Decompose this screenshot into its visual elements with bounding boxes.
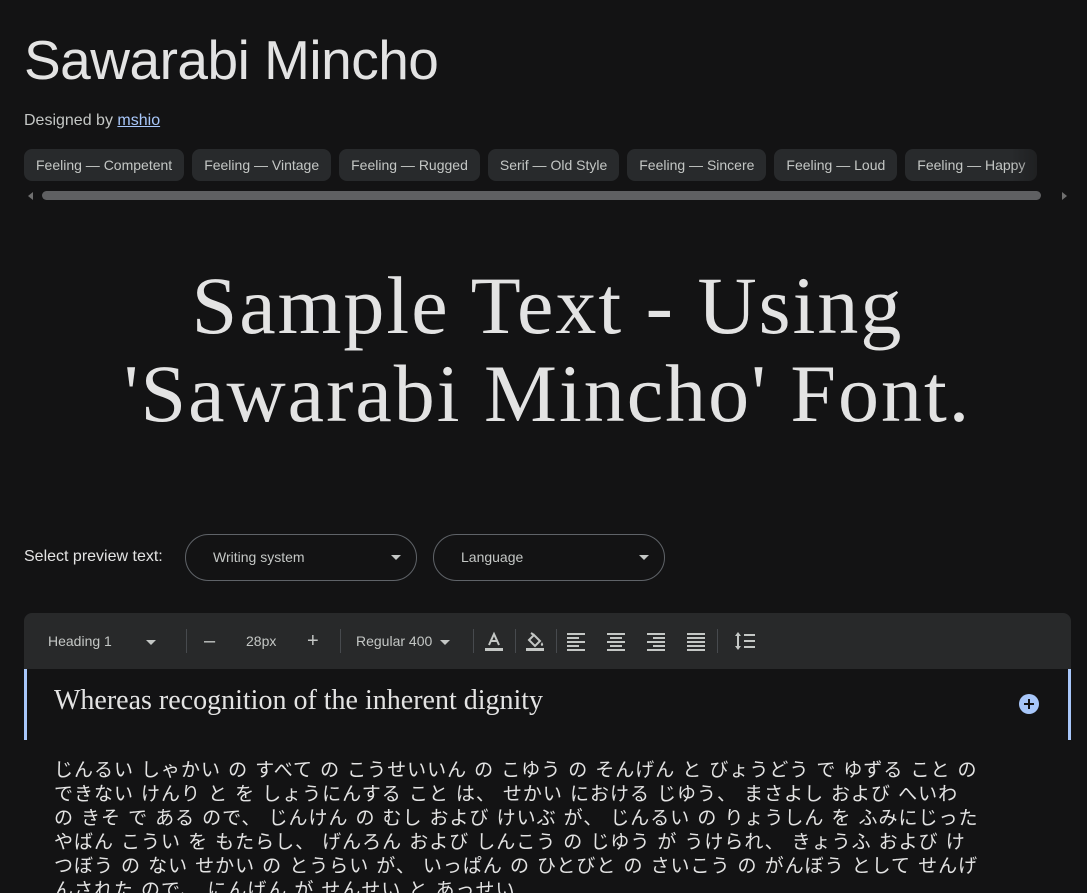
toolbar-divider xyxy=(473,629,474,653)
scrollbar-thumb[interactable] xyxy=(42,191,1041,200)
font-weight-select[interactable]: Regular 400 xyxy=(356,613,451,669)
preview-body-text[interactable]: じんるい しゃかい の すべて の こうせいいん の こゆう の そんげん と … xyxy=(54,758,979,893)
preview-toolbar: Heading 1 – 28px + Regular 400 xyxy=(24,613,1071,669)
toolbar-divider xyxy=(717,629,718,653)
tag-list: Feeling — Competent Feeling — Vintage Feel… xyxy=(24,149,1071,181)
line-height-icon[interactable] xyxy=(733,629,757,653)
background-color-icon[interactable] xyxy=(523,629,547,653)
language-select[interactable]: Language xyxy=(433,534,665,581)
font-weight-value: Regular 400 xyxy=(356,633,433,649)
text-style-select[interactable]: Heading 1 xyxy=(48,613,156,669)
dropdown-arrow-icon xyxy=(440,639,451,645)
font-title: Sawarabi Mincho xyxy=(24,29,439,91)
tag-chip[interactable]: Feeling — Loud xyxy=(774,149,898,181)
preview-heading-text[interactable]: Whereas recognition of the inherent dign… xyxy=(54,685,543,717)
tag-chip[interactable]: Feeling — Vintage xyxy=(192,149,332,181)
toolbar-divider xyxy=(515,629,516,653)
align-center-icon[interactable] xyxy=(604,629,628,653)
tag-list-fade xyxy=(1011,149,1071,181)
font-size-value[interactable]: 28px xyxy=(246,613,276,669)
tag-chip[interactable]: Feeling — Sincere xyxy=(627,149,767,181)
dropdown-arrow-icon xyxy=(391,555,401,560)
preview-text-label: Select preview text: xyxy=(24,548,163,565)
text-style-value: Heading 1 xyxy=(48,633,112,649)
align-left-icon[interactable] xyxy=(564,629,588,653)
tag-chip[interactable]: Serif — Old Style xyxy=(487,149,620,181)
scroll-left-arrow-icon[interactable] xyxy=(28,192,33,200)
hero-line-1: Sample Text - Using xyxy=(191,260,904,351)
toolbar-divider xyxy=(186,629,187,653)
align-right-icon[interactable] xyxy=(644,629,668,653)
language-value: Language xyxy=(461,549,524,565)
tag-chip[interactable]: Feeling — Rugged xyxy=(339,149,480,181)
toolbar-divider xyxy=(556,629,557,653)
tag-chip[interactable]: Feeling — Competent xyxy=(24,149,185,181)
tag-scrollbar[interactable] xyxy=(24,189,1071,203)
align-justify-icon[interactable] xyxy=(684,629,708,653)
designer-link[interactable]: mshio xyxy=(117,112,160,129)
text-color-icon[interactable] xyxy=(482,629,506,653)
increase-size-button[interactable]: + xyxy=(307,613,319,669)
designer-line: Designed by mshio xyxy=(24,110,160,132)
scroll-right-arrow-icon[interactable] xyxy=(1062,192,1067,200)
designed-by-label: Designed by xyxy=(24,112,113,129)
writing-system-value: Writing system xyxy=(213,549,305,565)
dropdown-arrow-icon xyxy=(639,555,649,560)
font-specimen-page: Sawarabi Mincho Designed by mshio Feelin… xyxy=(0,0,1087,893)
dropdown-arrow-icon xyxy=(145,639,156,645)
decrease-size-button[interactable]: – xyxy=(204,613,215,669)
toolbar-divider xyxy=(340,629,341,653)
preview-heading-row[interactable]: Whereas recognition of the inherent dign… xyxy=(24,669,1071,740)
hero-line-2: 'Sawarabi Mincho' Font. xyxy=(123,348,972,439)
add-style-icon[interactable] xyxy=(1019,694,1039,714)
hero-sample-text: Sample Text - Using 'Sawarabi Mincho' Fo… xyxy=(24,262,1071,438)
writing-system-select[interactable]: Writing system xyxy=(185,534,417,581)
